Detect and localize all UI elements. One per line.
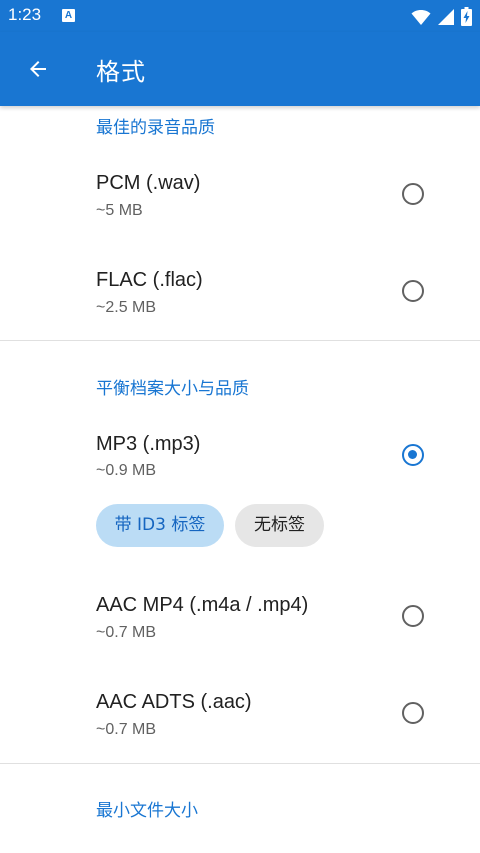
format-option-pcm[interactable]: PCM (.wav) ~5 MB [0,154,480,244]
format-size: ~0.9 MB [96,462,157,479]
format-title: FLAC (.flac) [96,269,203,291]
section-header-best-quality: 最佳的录音品质 [96,118,215,138]
format-size: ~5 MB [96,202,143,219]
app-bar: 格式 [0,32,480,106]
section-header-smallest-size: 最小文件大小 [96,801,198,821]
format-title: AAC ADTS (.aac) [96,691,252,713]
format-option-mp3[interactable]: MP3 (.mp3) ~0.9 MB [0,416,480,496]
status-time: 1:23 [8,5,42,24]
battery-charging-icon [461,7,472,26]
radio-button-checked[interactable] [402,444,424,466]
format-title: PCM (.wav) [96,172,201,194]
radio-button[interactable] [402,183,424,205]
status-bar: 1:23 A [0,0,480,32]
format-size: ~0.7 MB [96,721,157,738]
radio-button[interactable] [402,702,424,724]
signal-icon [438,8,454,25]
back-button[interactable] [18,51,58,87]
format-size: ~0.7 MB [96,624,157,641]
format-size: ~2.5 MB [96,299,157,316]
arrow-left-icon [30,61,46,77]
format-title: MP3 (.mp3) [96,433,201,455]
radio-button[interactable] [402,280,424,302]
format-option-aac-mp4[interactable]: AAC MP4 (.m4a / .mp4) ~0.7 MB [0,572,480,662]
status-icons [411,7,472,26]
format-option-aac-adts[interactable]: AAC ADTS (.aac) ~0.7 MB [0,669,480,759]
section-divider [0,340,480,341]
section-divider [0,763,480,764]
format-title: AAC MP4 (.m4a / .mp4) [96,594,309,616]
notification-a-icon: A [62,9,75,22]
chip-no-tag[interactable]: 无标签 [235,504,324,547]
section-header-balanced: 平衡档案大小与品质 [96,379,249,399]
radio-button[interactable] [402,605,424,627]
wifi-icon [411,9,431,25]
chip-with-id3-tag[interactable]: 带 ID3 标签 [96,504,224,547]
format-option-flac[interactable]: FLAC (.flac) ~2.5 MB [0,251,480,341]
page-title: 格式 [96,58,146,86]
